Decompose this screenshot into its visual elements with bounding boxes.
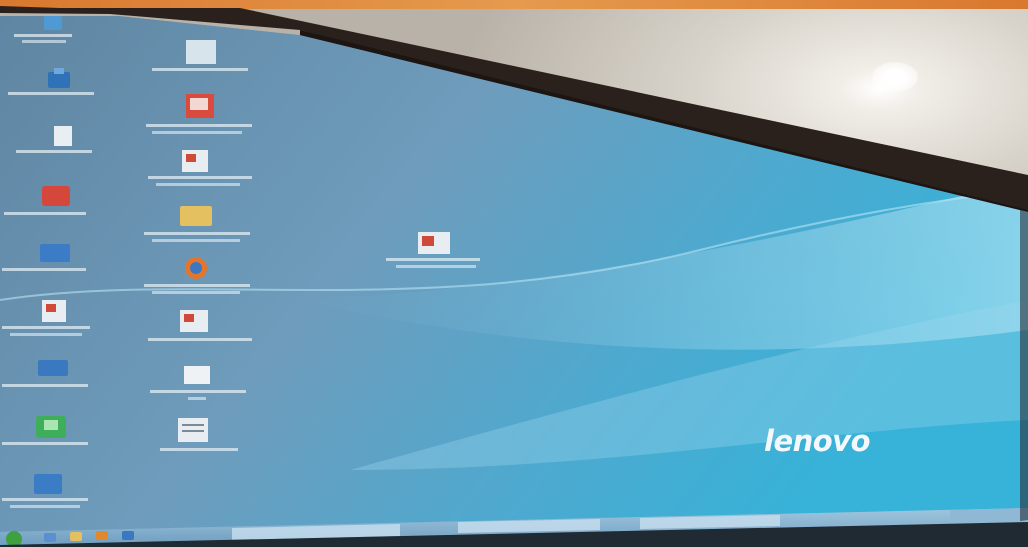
- lenovo-logo: lenovo: [764, 424, 870, 458]
- flash-installer-icon: [42, 186, 70, 206]
- shortcut-icon: [44, 16, 62, 30]
- network-icon: [48, 72, 70, 88]
- window-app-icon: [34, 474, 62, 494]
- photo-scene: lenovo: [0, 0, 1028, 547]
- ie-icon[interactable]: [44, 533, 56, 542]
- media-icon[interactable]: [96, 531, 108, 540]
- app-icon: [38, 360, 68, 376]
- file-icon: [54, 126, 72, 146]
- projected-desktop: lenovo: [0, 6, 1028, 547]
- blank-file-icon: [184, 366, 210, 384]
- app-icon[interactable]: [122, 531, 134, 540]
- flash-installer-icon: [40, 244, 70, 262]
- document-icon: [186, 40, 216, 64]
- folder-icon: [180, 206, 212, 226]
- screen-right-edge: [1020, 210, 1028, 521]
- system-tray[interactable]: [950, 508, 1028, 524]
- folder-icon[interactable]: [70, 532, 82, 541]
